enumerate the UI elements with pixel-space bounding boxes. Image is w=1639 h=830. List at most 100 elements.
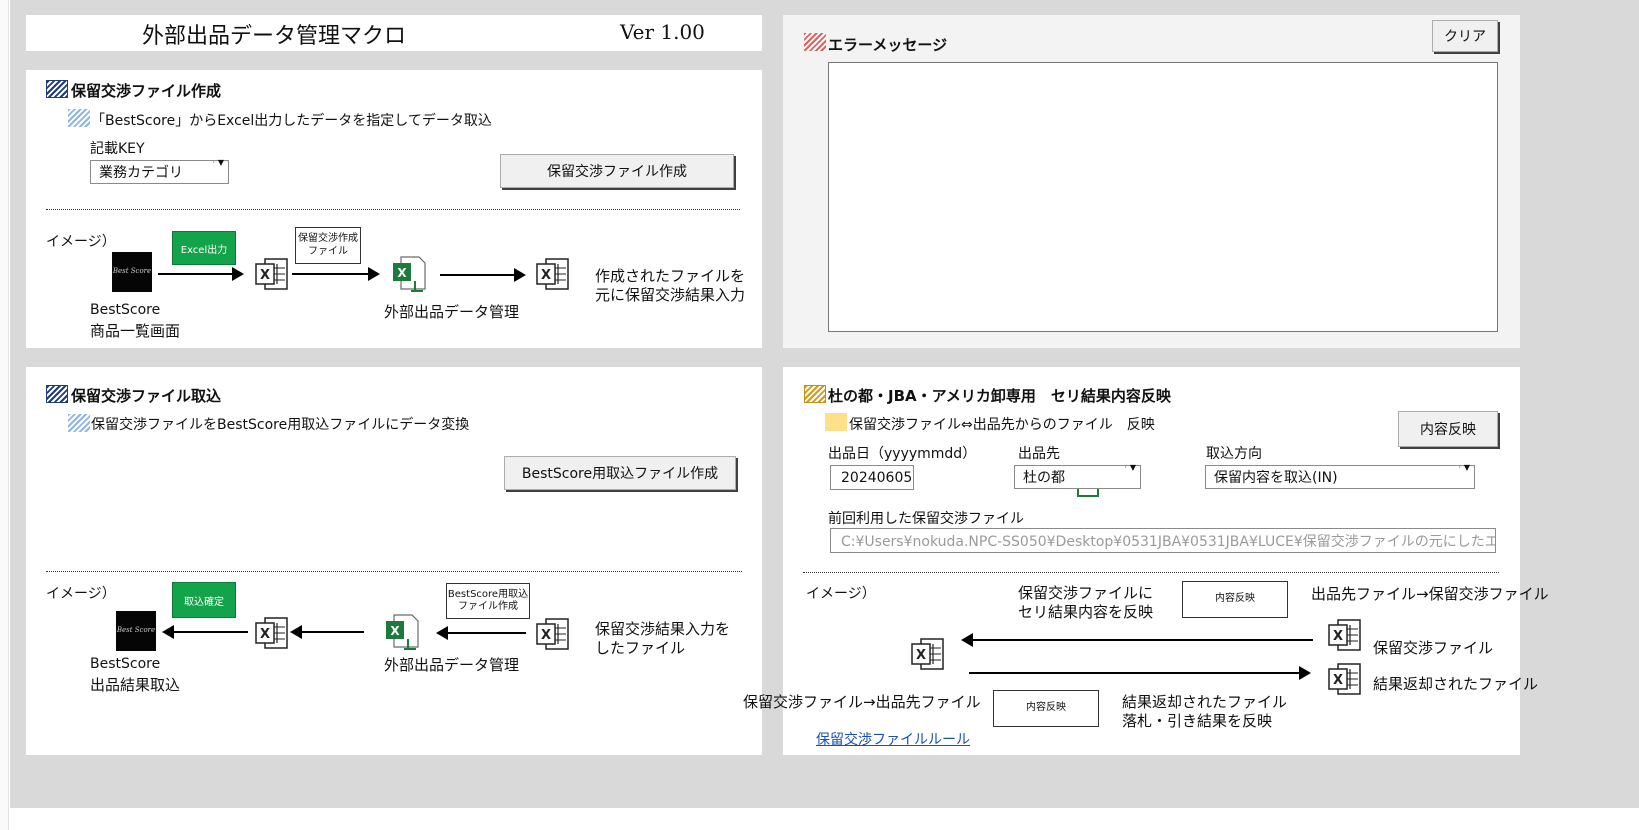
reflect-top-line2: セリ結果内容を反映: [1018, 603, 1154, 621]
svg-text:X: X: [916, 648, 926, 663]
direction-select[interactable]: 保留内容を取込(IN) ▼: [1205, 463, 1475, 489]
flow-arrow-1: [162, 625, 248, 639]
svg-text:X: X: [397, 266, 407, 280]
section-marker-icon: [804, 385, 826, 403]
error-message-box[interactable]: [828, 62, 1498, 332]
create-import-file-button[interactable]: BestScore用取込ファイル作成: [504, 456, 736, 490]
svg-text:X: X: [390, 624, 400, 638]
hold-file-step-label: 保留交渉作成ファイル: [295, 227, 361, 264]
hold-file-rule-link[interactable]: 保留交渉ファイルルール: [816, 729, 970, 749]
flow-arrow-top: [961, 633, 1313, 647]
section-divider: [46, 209, 740, 210]
section-description: 保留交渉ファイルをBestScore用取込ファイルにデータ変換: [91, 417, 470, 433]
svg-text:X: X: [260, 268, 270, 283]
key-select[interactable]: 業務カテゴリ ▼: [90, 158, 229, 184]
excel-input-icon: X: [536, 618, 569, 650]
target-label-line1: BestScore: [90, 656, 161, 672]
previous-file-label: 前回利用した保留交渉ファイル: [828, 511, 1024, 527]
result-label-line1: 作成されたファイルを: [595, 267, 746, 285]
svg-text:X: X: [541, 628, 551, 643]
flow-arrow-3: [436, 626, 526, 640]
target-label-line2: 出品結果取込: [90, 676, 181, 694]
source-label-line1: BestScore: [90, 302, 161, 318]
svg-text:X: X: [1333, 673, 1343, 688]
svg-text:X: X: [1333, 629, 1343, 644]
macro-label: 外部出品データ管理: [384, 303, 520, 321]
bestscore-logo-text: Best Score: [116, 626, 156, 635]
section-title: 保留交渉ファイル取込: [71, 387, 222, 405]
chevron-down-icon[interactable]: ▼: [213, 158, 228, 167]
subsection-marker-icon: [825, 413, 847, 431]
hold-file-create-panel: 保留交渉ファイル作成 「BestScore」からExcel出力したデータを指定し…: [26, 70, 762, 348]
import-file-step-label: BestScore用取込ファイル作成: [446, 583, 530, 619]
section-marker-icon: [46, 80, 68, 98]
destination-label: 出品先: [1018, 446, 1060, 462]
bestscore-logo: Best Score: [116, 611, 156, 651]
reflect-small-button-top: 内容反映: [1182, 581, 1288, 618]
bestscore-logo: Best Score: [112, 252, 152, 292]
source-label-line2: したファイル: [595, 639, 686, 657]
hold-file-import-panel: 保留交渉ファイル取込 保留交渉ファイルをBestScore用取込ファイルにデータ…: [26, 367, 762, 755]
section-description: 「BestScore」からExcel出力したデータを指定してデータ取込: [91, 113, 492, 129]
reflect-bottom-line2: 落札・引き結果を反映: [1122, 712, 1273, 730]
cell-marker: [1077, 489, 1099, 497]
date-input[interactable]: 20240605: [830, 465, 914, 490]
error-marker-icon: [804, 33, 826, 51]
image-label: イメージ）: [46, 234, 116, 250]
destination-select-value: 杜の都: [1023, 470, 1065, 486]
create-hold-file-button[interactable]: 保留交渉ファイル作成: [500, 154, 734, 188]
macro-label: 外部出品データ管理: [384, 656, 520, 674]
source-label-line2: 商品一覧画面: [90, 322, 181, 340]
flow-arrow-2: [292, 267, 380, 281]
flow-arrow-2: [290, 625, 364, 639]
date-label: 出品日（yyyymmdd）: [828, 446, 977, 462]
excel-file-icon: X: [255, 258, 288, 290]
excel-macro-icon: X: [386, 614, 419, 650]
reflect-top-line1: 保留交渉ファイルに: [1018, 584, 1154, 602]
reflect-content-button[interactable]: 内容反映: [1398, 411, 1498, 447]
excel-source-icon: X: [911, 638, 944, 670]
flow-label-top: 出品先ファイル→保留交渉ファイル: [1311, 585, 1549, 603]
bestscore-logo-text: Best Score: [112, 267, 152, 276]
section-title: 杜の都・JBA・アメリカ卸専用 セリ結果内容反映: [828, 387, 1171, 405]
excel-output-step: Excel出力: [172, 231, 236, 265]
app-title: 外部出品データ管理マクロ: [142, 24, 407, 49]
reflect-small-button-bottom: 内容反映: [993, 690, 1099, 727]
excel-hold-file-icon: X: [1328, 619, 1361, 651]
reflect-bottom-line1: 結果返却されたファイル: [1122, 693, 1288, 711]
image-label: イメージ）: [806, 586, 876, 602]
flow-arrow-1: [158, 267, 244, 281]
version-label: Ver 1.00: [620, 20, 705, 44]
section-marker-icon: [46, 385, 68, 403]
excel-macro-icon: X: [393, 256, 426, 292]
hold-file-label: 保留交渉ファイル: [1373, 639, 1494, 657]
image-label: イメージ）: [46, 586, 116, 602]
excel-result-file-icon: X: [1328, 663, 1361, 695]
result-label-line2: 元に保留交渉結果入力: [595, 286, 746, 304]
direction-label: 取込方向: [1206, 446, 1262, 462]
excel-result-icon: X: [536, 258, 569, 290]
result-file-label: 結果返却されたファイル: [1373, 675, 1539, 693]
previous-file-input[interactable]: C:¥Users¥nokuda.NPC-SS050¥Desktop¥0531JB…: [830, 528, 1496, 553]
subsection-marker-icon: [68, 109, 90, 127]
chevron-down-icon[interactable]: ▼: [1125, 463, 1140, 472]
auction-result-panel: 杜の都・JBA・アメリカ卸専用 セリ結果内容反映 保留交渉ファイル⇔出品先からの…: [743, 367, 1549, 755]
flow-label-bottom: 保留交渉ファイル→出品先ファイル: [743, 693, 981, 711]
section-description: 保留交渉ファイル⇔出品先からのファイル 反映: [849, 417, 1155, 433]
section-divider: [46, 571, 742, 572]
chevron-down-icon[interactable]: ▼: [1459, 463, 1474, 472]
error-message-panel: エラーメッセージ クリア: [783, 15, 1520, 348]
subsection-marker-icon: [68, 414, 90, 432]
clear-button[interactable]: クリア: [1432, 20, 1498, 52]
flow-arrow-bottom: [969, 666, 1311, 680]
excel-file-icon: X: [255, 617, 288, 649]
title-bar: 外部出品データ管理マクロ Ver 1.00: [26, 15, 762, 51]
source-label-line1: 保留交渉結果入力を: [595, 620, 731, 638]
key-label: 記載KEY: [90, 141, 145, 157]
import-confirm-step: 取込確定: [172, 582, 236, 618]
destination-select[interactable]: 杜の都 ▼: [1014, 463, 1141, 489]
svg-text:X: X: [260, 627, 270, 642]
row-header-gutter: [0, 0, 9, 830]
error-panel-title: エラーメッセージ: [828, 36, 948, 54]
key-select-value: 業務カテゴリ: [99, 165, 183, 181]
